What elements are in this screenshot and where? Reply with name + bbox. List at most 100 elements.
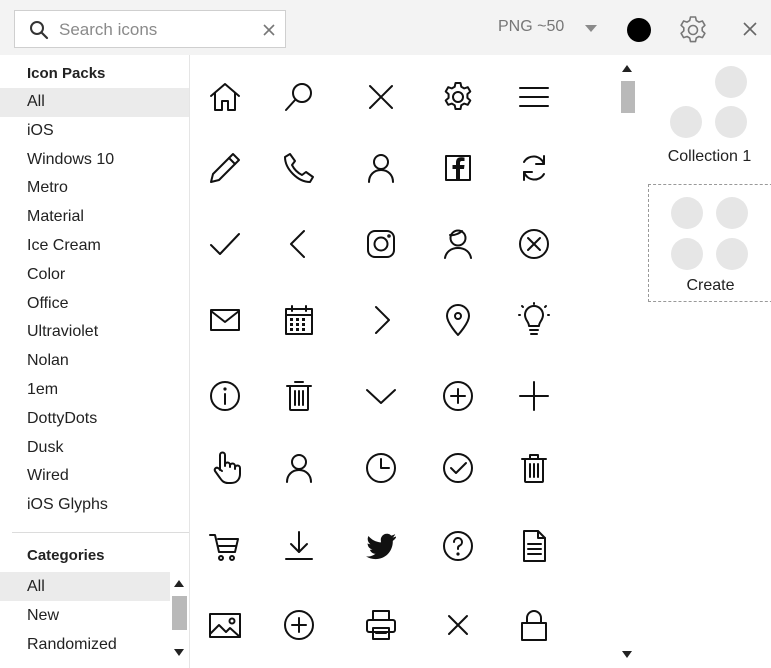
icon-tile[interactable] xyxy=(264,209,334,279)
icon-tile[interactable] xyxy=(264,133,334,203)
sidebar-item-pack[interactable]: iOS xyxy=(0,117,189,146)
icon-tile[interactable] xyxy=(423,590,493,660)
chevron-left-icon xyxy=(290,230,305,258)
twitter-icon xyxy=(366,533,396,560)
icon-tile[interactable] xyxy=(346,285,416,355)
info-icon xyxy=(210,381,240,411)
chevron-right-icon xyxy=(375,306,390,334)
icon-tile[interactable] xyxy=(190,433,260,503)
sidebar-item-pack[interactable]: Wired xyxy=(0,462,189,491)
category-scrollbar[interactable] xyxy=(171,572,188,668)
gear-icon[interactable] xyxy=(677,14,709,46)
collection-placeholder xyxy=(670,106,702,138)
icon-tile[interactable] xyxy=(264,511,334,581)
icon-tile[interactable] xyxy=(423,511,493,581)
sidebar-item-pack[interactable]: iOS Glyphs xyxy=(0,491,189,520)
icon-tile[interactable] xyxy=(190,285,260,355)
sidebar-item-pack[interactable]: Nolan xyxy=(0,347,189,376)
icon-tile[interactable] xyxy=(190,511,260,581)
sidebar-item-category[interactable]: New xyxy=(0,601,170,630)
icon-tile[interactable] xyxy=(346,433,416,503)
sidebar-item-pack[interactable]: DottyDots xyxy=(0,405,189,434)
cart-icon xyxy=(209,534,239,561)
icon-tile[interactable] xyxy=(499,62,569,132)
mail-icon xyxy=(210,309,240,331)
icon-tile[interactable] xyxy=(423,285,493,355)
icon-tile[interactable] xyxy=(346,133,416,203)
icon-tile[interactable] xyxy=(499,511,569,581)
icon-tile[interactable] xyxy=(499,285,569,355)
icon-tile[interactable] xyxy=(346,361,416,431)
icon-pack-list: All iOS Windows 10 Metro Material Ice Cream Co… xyxy=(0,88,189,520)
icon-tile[interactable] xyxy=(499,361,569,431)
trash-icon xyxy=(286,381,312,411)
icon-tile[interactable] xyxy=(190,133,260,203)
category-list: All New Randomized xyxy=(0,572,170,659)
icon-tile[interactable] xyxy=(190,62,260,132)
icon-tile[interactable] xyxy=(423,433,493,503)
icon-tile[interactable] xyxy=(499,209,569,279)
lightbulb-icon xyxy=(518,302,550,335)
sidebar-item-pack[interactable]: Metro xyxy=(0,174,189,203)
add-circle-icon xyxy=(284,610,314,640)
format-dropdown[interactable]: PNG ~50 xyxy=(498,18,564,36)
scrollbar-thumb[interactable] xyxy=(621,81,635,113)
print-icon xyxy=(366,610,396,640)
document-icon xyxy=(523,530,546,562)
icon-tile[interactable] xyxy=(499,133,569,203)
cancel-circle-icon xyxy=(519,229,549,259)
sidebar-item-category[interactable]: All xyxy=(0,572,170,601)
scroll-down-icon[interactable] xyxy=(174,649,184,656)
close-icon[interactable] xyxy=(741,20,759,38)
chevron-down-icon[interactable] xyxy=(585,25,597,32)
icon-tile[interactable] xyxy=(423,62,493,132)
search-input[interactable] xyxy=(59,17,259,43)
icon-tile[interactable] xyxy=(190,361,260,431)
icon-tile[interactable] xyxy=(264,433,334,503)
icon-tile[interactable] xyxy=(346,511,416,581)
sidebar-item-pack[interactable]: Dusk xyxy=(0,434,189,463)
sidebar-item-pack[interactable]: Material xyxy=(0,203,189,232)
clear-search-icon[interactable] xyxy=(260,21,278,39)
plus-circle-icon xyxy=(443,381,473,411)
color-picker[interactable] xyxy=(627,18,651,42)
scrollbar-thumb[interactable] xyxy=(172,596,187,630)
sidebar-item-pack[interactable]: Ultraviolet xyxy=(0,318,189,347)
scroll-down-icon[interactable] xyxy=(622,651,632,658)
collection-placeholder xyxy=(715,66,747,98)
sidebar-item-pack[interactable]: Ice Cream xyxy=(0,232,189,261)
pencil-icon xyxy=(210,153,240,183)
create-label: Create xyxy=(686,277,735,294)
search-box[interactable] xyxy=(14,10,286,48)
icon-packs-heading: Icon Packs xyxy=(27,65,106,82)
icon-tile[interactable] xyxy=(346,590,416,660)
icon-tile[interactable] xyxy=(264,361,334,431)
sidebar-item-pack[interactable]: Windows 10 xyxy=(0,146,189,175)
scroll-up-icon[interactable] xyxy=(622,65,632,72)
facebook-icon xyxy=(445,155,471,181)
image-icon xyxy=(209,613,241,638)
icon-tile[interactable] xyxy=(423,133,493,203)
icon-tile[interactable] xyxy=(264,590,334,660)
sidebar-item-pack[interactable]: 1em xyxy=(0,376,189,405)
sidebar-item-pack[interactable]: Color xyxy=(0,261,189,290)
icon-tile[interactable] xyxy=(264,62,334,132)
create-collection-button[interactable]: Create xyxy=(648,184,771,302)
collection-placeholder xyxy=(671,197,703,229)
icon-tile[interactable] xyxy=(346,209,416,279)
sidebar-item-pack[interactable]: All xyxy=(0,88,189,117)
icon-tile[interactable] xyxy=(346,62,416,132)
scroll-up-icon[interactable] xyxy=(174,580,184,587)
collection-card[interactable]: Collection 1 xyxy=(648,60,771,172)
icon-tile[interactable] xyxy=(423,361,493,431)
icon-tile[interactable] xyxy=(499,590,569,660)
sidebar-item-category[interactable]: Randomized xyxy=(0,630,170,659)
icon-tile[interactable] xyxy=(264,285,334,355)
icon-tile[interactable] xyxy=(190,590,260,660)
icon-tile[interactable] xyxy=(423,209,493,279)
sidebar-item-pack[interactable]: Office xyxy=(0,290,189,319)
sidebar: Icon Packs All iOS Windows 10 Metro Material… xyxy=(0,55,190,668)
icon-tile[interactable] xyxy=(499,433,569,503)
icon-tile[interactable] xyxy=(190,209,260,279)
icon-grid-scrollbar[interactable] xyxy=(614,55,642,668)
